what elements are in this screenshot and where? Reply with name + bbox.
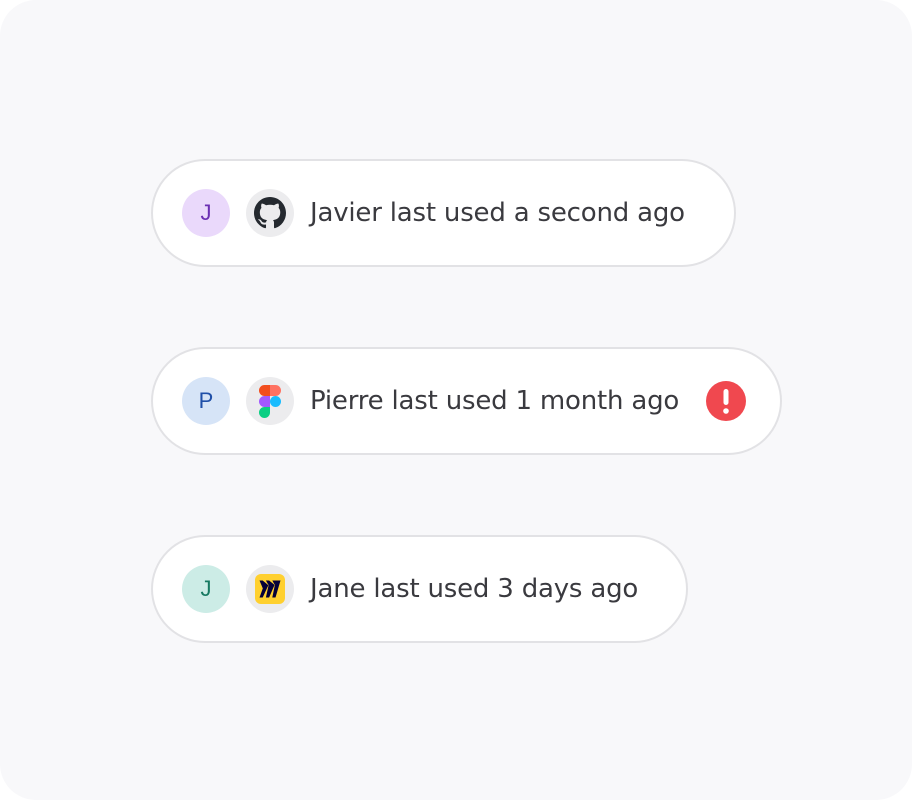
miro-icon xyxy=(246,565,294,613)
github-icon xyxy=(246,189,294,237)
activity-text: Jane last used 3 days ago xyxy=(310,574,639,604)
activity-item[interactable]: J Javier last used a second ago xyxy=(151,159,736,267)
activity-item[interactable]: J Jane last used 3 days ago xyxy=(151,535,688,643)
exclamation-icon xyxy=(706,381,746,421)
activity-text: Pierre last used 1 month ago xyxy=(310,386,680,416)
activity-item[interactable]: P Pierre last used 1 month ago xyxy=(151,347,782,455)
avatar: P xyxy=(182,377,230,425)
avatar: J xyxy=(182,189,230,237)
activity-text: Javier last used a second ago xyxy=(310,198,685,228)
figma-icon xyxy=(246,377,294,425)
activity-panel: J Javier last used a second ago P Pierre… xyxy=(0,0,912,800)
avatar: J xyxy=(182,565,230,613)
